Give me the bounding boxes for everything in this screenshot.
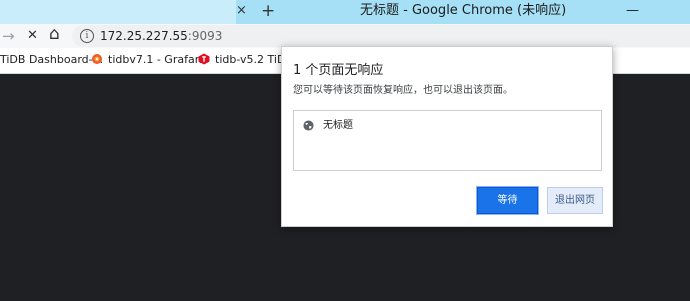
tab-close-icon[interactable]: × [236,3,247,19]
unresponsive-page-list: 无标题 [293,110,602,171]
dialog-title: 1 个页面无响应 [293,63,384,78]
wait-button[interactable]: 等待 [477,187,538,214]
grafana-icon [92,54,102,64]
minimize-icon[interactable]: — [626,3,639,19]
dialog-message: 您可以等待该页面恢复响应，也可以退出该页面。 [293,85,513,96]
window-title: 无标题 - Google Chrome (未响应) [360,3,567,18]
url-text[interactable]: 172.25.227.55:9093 [100,28,222,44]
stop-loading-icon[interactable]: ✕ [27,27,38,45]
page-name: 无标题 [323,120,353,131]
title-bar: × + 无标题 - Google Chrome (未响应) — [0,0,690,24]
bookmark-grafana[interactable]: tidbv7.1 - Grafana [108,53,208,67]
globe-icon [303,120,314,131]
new-tab-icon[interactable]: + [261,1,275,21]
browser-toolbar: → ✕ ⌂ i 172.25.227.55:9093 [0,24,690,48]
home-icon[interactable]: ⌂ [49,25,60,43]
browser-tab[interactable] [0,0,236,24]
tidb-icon [198,53,210,65]
exit-page-button[interactable]: 退出网页 [547,187,603,214]
forward-icon[interactable]: → [2,27,15,45]
address-bar[interactable]: i 172.25.227.55:9093 [72,25,690,47]
url-host: 172.25.227.55 [100,29,188,43]
bookmark-tidb-dashboard[interactable]: TiDB Dashboard-... [0,53,103,67]
page-unresponsive-dialog: 1 个页面无响应 您可以等待该页面恢复响应，也可以退出该页面。 无标题 等待 退… [281,46,613,227]
site-info-icon[interactable]: i [80,29,94,43]
url-port: :9093 [187,29,223,43]
